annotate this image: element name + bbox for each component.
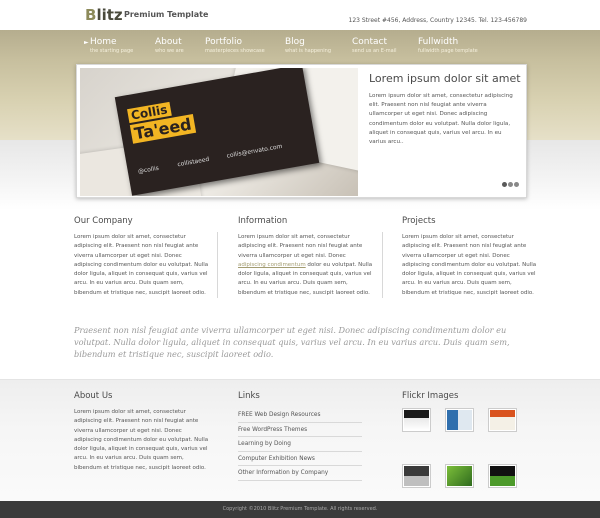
flickr-thumbnail[interactable] xyxy=(402,464,431,488)
nav-item-blog[interactable]: Blog what is happening xyxy=(285,37,331,55)
nav-label: Portfolio xyxy=(205,37,243,47)
column-projects: Projects Lorem ipsum dolor sit amet, con… xyxy=(402,216,538,298)
nav-label: Fullwidth xyxy=(418,37,459,47)
flickr-thumbnail[interactable] xyxy=(488,464,517,488)
links-title: Links xyxy=(238,391,260,401)
nav-sublabel: the starting page xyxy=(90,48,134,54)
contact-address: 123 Street #456, Address, Country 12345.… xyxy=(348,17,528,24)
column-title: Our Company xyxy=(74,216,133,226)
logo-initial: B xyxy=(85,6,97,24)
flickr-gallery xyxy=(402,408,530,488)
column-divider xyxy=(382,232,383,298)
flickr-thumbnail[interactable] xyxy=(488,408,517,432)
column-our-company: Our Company Lorem ipsum dolor sit amet, … xyxy=(74,216,210,298)
nav-label: Blog xyxy=(285,37,305,47)
main-nav: ► Home the starting page About who we ar… xyxy=(0,37,600,59)
slider-pagination xyxy=(501,172,519,191)
card-handle: @collis xyxy=(137,164,160,176)
slider-dot-2[interactable] xyxy=(508,182,513,187)
nav-label: Home xyxy=(90,37,117,47)
link-item[interactable]: Free WordPress Themes xyxy=(238,423,362,437)
site-footer: Copyright ©2010 Blitz Premium Template. … xyxy=(0,501,600,518)
featured-slider: Collis Ta'eed @collis collistaeed collis… xyxy=(76,64,527,198)
nav-sublabel: masterpieces showcase xyxy=(205,48,265,54)
slider-dot-1[interactable] xyxy=(502,182,507,187)
link-item[interactable]: FREE Web Design Resources xyxy=(238,408,362,423)
about-title: About Us xyxy=(74,391,113,401)
nav-label: About xyxy=(155,37,182,47)
about-us-block: About Us Lorem ipsum dolor sit amet, con… xyxy=(74,391,210,473)
featured-quote: Praesent non nisl feugiat ante viverra u… xyxy=(74,325,510,359)
column-text: Lorem ipsum dolor sit amet, consectetur … xyxy=(74,234,209,296)
copyright-text: Copyright ©2010 Blitz Premium Template. … xyxy=(222,506,378,512)
link-item[interactable]: Learning by Doing xyxy=(238,437,362,452)
logo-text: litz xyxy=(96,6,123,24)
nav-sublabel: fullwidth page template xyxy=(418,48,478,54)
column-text: Lorem ipsum dolor sit amet, consectetur … xyxy=(238,233,374,298)
slide-description: Lorem ipsum dolor sit amet, consectetur … xyxy=(369,93,513,146)
nav-item-contact[interactable]: Contact send us an E-mail xyxy=(352,37,396,55)
column-title: Projects xyxy=(402,216,436,226)
column-text: Lorem ipsum dolor sit amet, consectetur … xyxy=(402,234,537,296)
link-item[interactable]: Computer Exhibition News xyxy=(238,452,362,466)
column-title: Information xyxy=(238,216,288,226)
business-card-image: Collis Ta'eed @collis collistaeed collis… xyxy=(114,68,320,196)
card-name: collistaeed xyxy=(176,155,210,169)
nav-label: Contact xyxy=(352,37,388,47)
flickr-thumbnail[interactable] xyxy=(445,464,474,488)
column-divider xyxy=(217,232,218,298)
site-header: Blitz Premium Template 123 Street #456, … xyxy=(0,0,600,30)
links-list: FREE Web Design Resources Free WordPress… xyxy=(238,408,362,481)
flickr-block: Flickr Images xyxy=(402,391,530,488)
nav-item-home[interactable]: ► Home the starting page xyxy=(84,37,134,55)
nav-sublabel: who we are xyxy=(155,48,184,54)
slide-title: Lorem ipsum dolor sit amet xyxy=(369,72,521,85)
nav-item-fullwidth[interactable]: Fullwidth fullwidth page template xyxy=(418,37,478,55)
slide-image[interactable]: Collis Ta'eed @collis collistaeed collis… xyxy=(80,68,358,196)
flickr-title: Flickr Images xyxy=(402,391,459,401)
nav-sublabel: send us an E-mail xyxy=(352,48,397,54)
nav-active-arrow-icon: ► xyxy=(84,39,89,46)
slider-dot-3[interactable] xyxy=(514,182,519,187)
flickr-thumbnail[interactable] xyxy=(402,408,431,432)
card-email: collis@envato.com xyxy=(226,142,283,160)
nav-item-about[interactable]: About who we are xyxy=(155,37,184,55)
links-block: Links FREE Web Design Resources Free Wor… xyxy=(238,391,362,481)
link-item[interactable]: Other Information by Company xyxy=(238,466,362,481)
nav-item-portfolio[interactable]: Portfolio masterpieces showcase xyxy=(205,37,265,55)
flickr-thumbnail[interactable] xyxy=(445,408,474,432)
site-tagline: Premium Template xyxy=(124,10,209,19)
about-text: Lorem ipsum dolor sit amet, consectetur … xyxy=(74,409,209,471)
column-text-part: Lorem ipsum dolor sit amet, consectetur … xyxy=(238,234,363,259)
inline-link[interactable]: adipiscing condimentum xyxy=(238,262,306,268)
nav-sublabel: what is happening xyxy=(285,48,332,54)
site-logo[interactable]: Blitz xyxy=(85,6,123,24)
column-information: Information Lorem ipsum dolor sit amet, … xyxy=(238,216,374,298)
